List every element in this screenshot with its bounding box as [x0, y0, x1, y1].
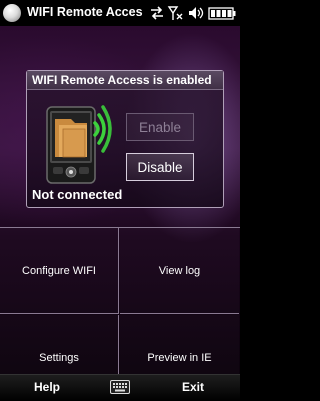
view-log-button[interactable]: View log [120, 228, 239, 314]
help-softkey[interactable]: Help [34, 380, 60, 394]
status-panel: WIFI Remote Access is enabled Enable Dis… [26, 70, 224, 208]
data-sync-icon [151, 6, 163, 20]
phone-folder-wifi-icon [45, 99, 113, 190]
connection-status: Not connected [32, 187, 123, 202]
status-bar: WIFI Remote Acces [0, 0, 240, 26]
disable-button[interactable]: Disable [126, 153, 194, 181]
exit-softkey[interactable]: Exit [182, 380, 204, 394]
volume-icon [189, 7, 204, 19]
panel-title: WIFI Remote Access is enabled [27, 71, 223, 90]
battery-icon [208, 7, 236, 20]
app-title: WIFI Remote Acces [27, 5, 143, 19]
keyboard-icon[interactable] [110, 380, 130, 399]
no-signal-icon [167, 6, 183, 20]
configure-wifi-button[interactable]: Configure WIFI [0, 228, 119, 314]
enable-button[interactable]: Enable [126, 113, 194, 141]
main-area: WIFI Remote Access is enabled Enable Dis… [0, 26, 240, 401]
softkey-bar: Help Exit [0, 374, 240, 401]
start-icon[interactable] [3, 4, 21, 22]
status-icons[interactable] [149, 4, 237, 22]
